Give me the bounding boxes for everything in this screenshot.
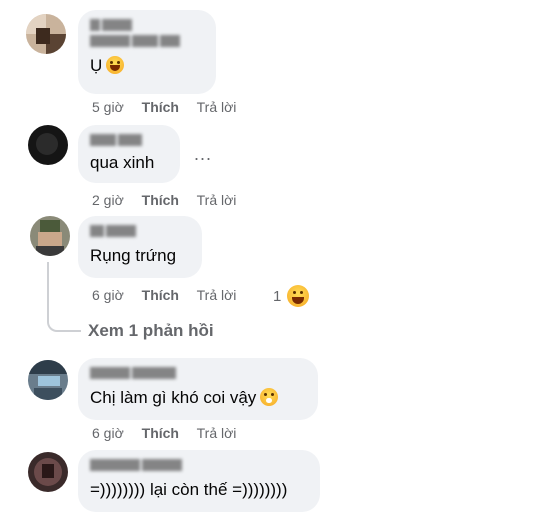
comment-bubble: Ụ <box>78 10 216 94</box>
comment-bubble: Chị làm gì khó coi vậy <box>78 358 318 420</box>
comment-text: qua xinh <box>90 153 155 172</box>
reply-thread-line <box>47 262 81 332</box>
timestamp[interactable]: 6 giờ <box>92 287 124 303</box>
commenter-name[interactable] <box>90 19 204 33</box>
like-button[interactable]: Thích <box>142 425 179 441</box>
avatar[interactable] <box>28 360 68 400</box>
reply-button[interactable]: Trả lời <box>197 192 237 208</box>
timestamp[interactable]: 2 giờ <box>92 192 124 208</box>
comment-bubble: qua xinh <box>78 125 180 183</box>
avatar[interactable] <box>30 216 70 256</box>
reply-button[interactable]: Trả lời <box>197 99 237 115</box>
avatar[interactable] <box>28 125 68 165</box>
timestamp[interactable]: 6 giờ <box>92 425 124 441</box>
scared-face-emoji <box>260 388 279 406</box>
comment-text: =)))))))) lại còn thế =)))))))) <box>90 480 288 499</box>
rolling-laughing-emoji <box>106 56 125 74</box>
reply-button[interactable]: Trả lời <box>197 425 237 441</box>
avatar[interactable] <box>28 452 68 492</box>
commenter-name[interactable] <box>90 225 190 239</box>
reaction-count: 1 <box>273 288 282 305</box>
comment-bubble: Rụng trứng <box>78 216 202 278</box>
reaction-badge[interactable]: 1 <box>273 285 310 307</box>
like-button[interactable]: Thích <box>142 99 179 115</box>
commenter-subname <box>90 35 204 49</box>
commenter-name[interactable] <box>90 367 306 381</box>
comment-actions: 5 giờ Thích Trả lời <box>92 99 250 115</box>
comment-actions: 6 giờ Thích Trả lời <box>92 287 250 303</box>
commenter-name[interactable] <box>90 134 168 148</box>
timestamp[interactable]: 5 giờ <box>92 99 124 115</box>
more-options-icon[interactable]: ... <box>194 144 212 165</box>
comment-actions: 2 giờ Thích Trả lời <box>92 192 250 208</box>
comment-bubble: =)))))))) lại còn thế =)))))))) <box>78 450 320 512</box>
comment-text: Rụng trứng <box>90 246 177 265</box>
commenter-name[interactable] <box>90 459 308 473</box>
comment-text: Ụ <box>90 55 204 77</box>
like-button[interactable]: Thích <box>142 287 179 303</box>
view-replies-link[interactable]: Xem 1 phản hồi <box>88 321 214 341</box>
reply-button[interactable]: Trả lời <box>197 287 237 303</box>
comment-actions: 6 giờ Thích Trả lời <box>92 425 250 441</box>
comment-text: Chị làm gì khó coi vậy <box>90 387 306 409</box>
like-button[interactable]: Thích <box>142 192 179 208</box>
laughing-emoji <box>287 285 310 307</box>
avatar[interactable] <box>26 14 66 54</box>
